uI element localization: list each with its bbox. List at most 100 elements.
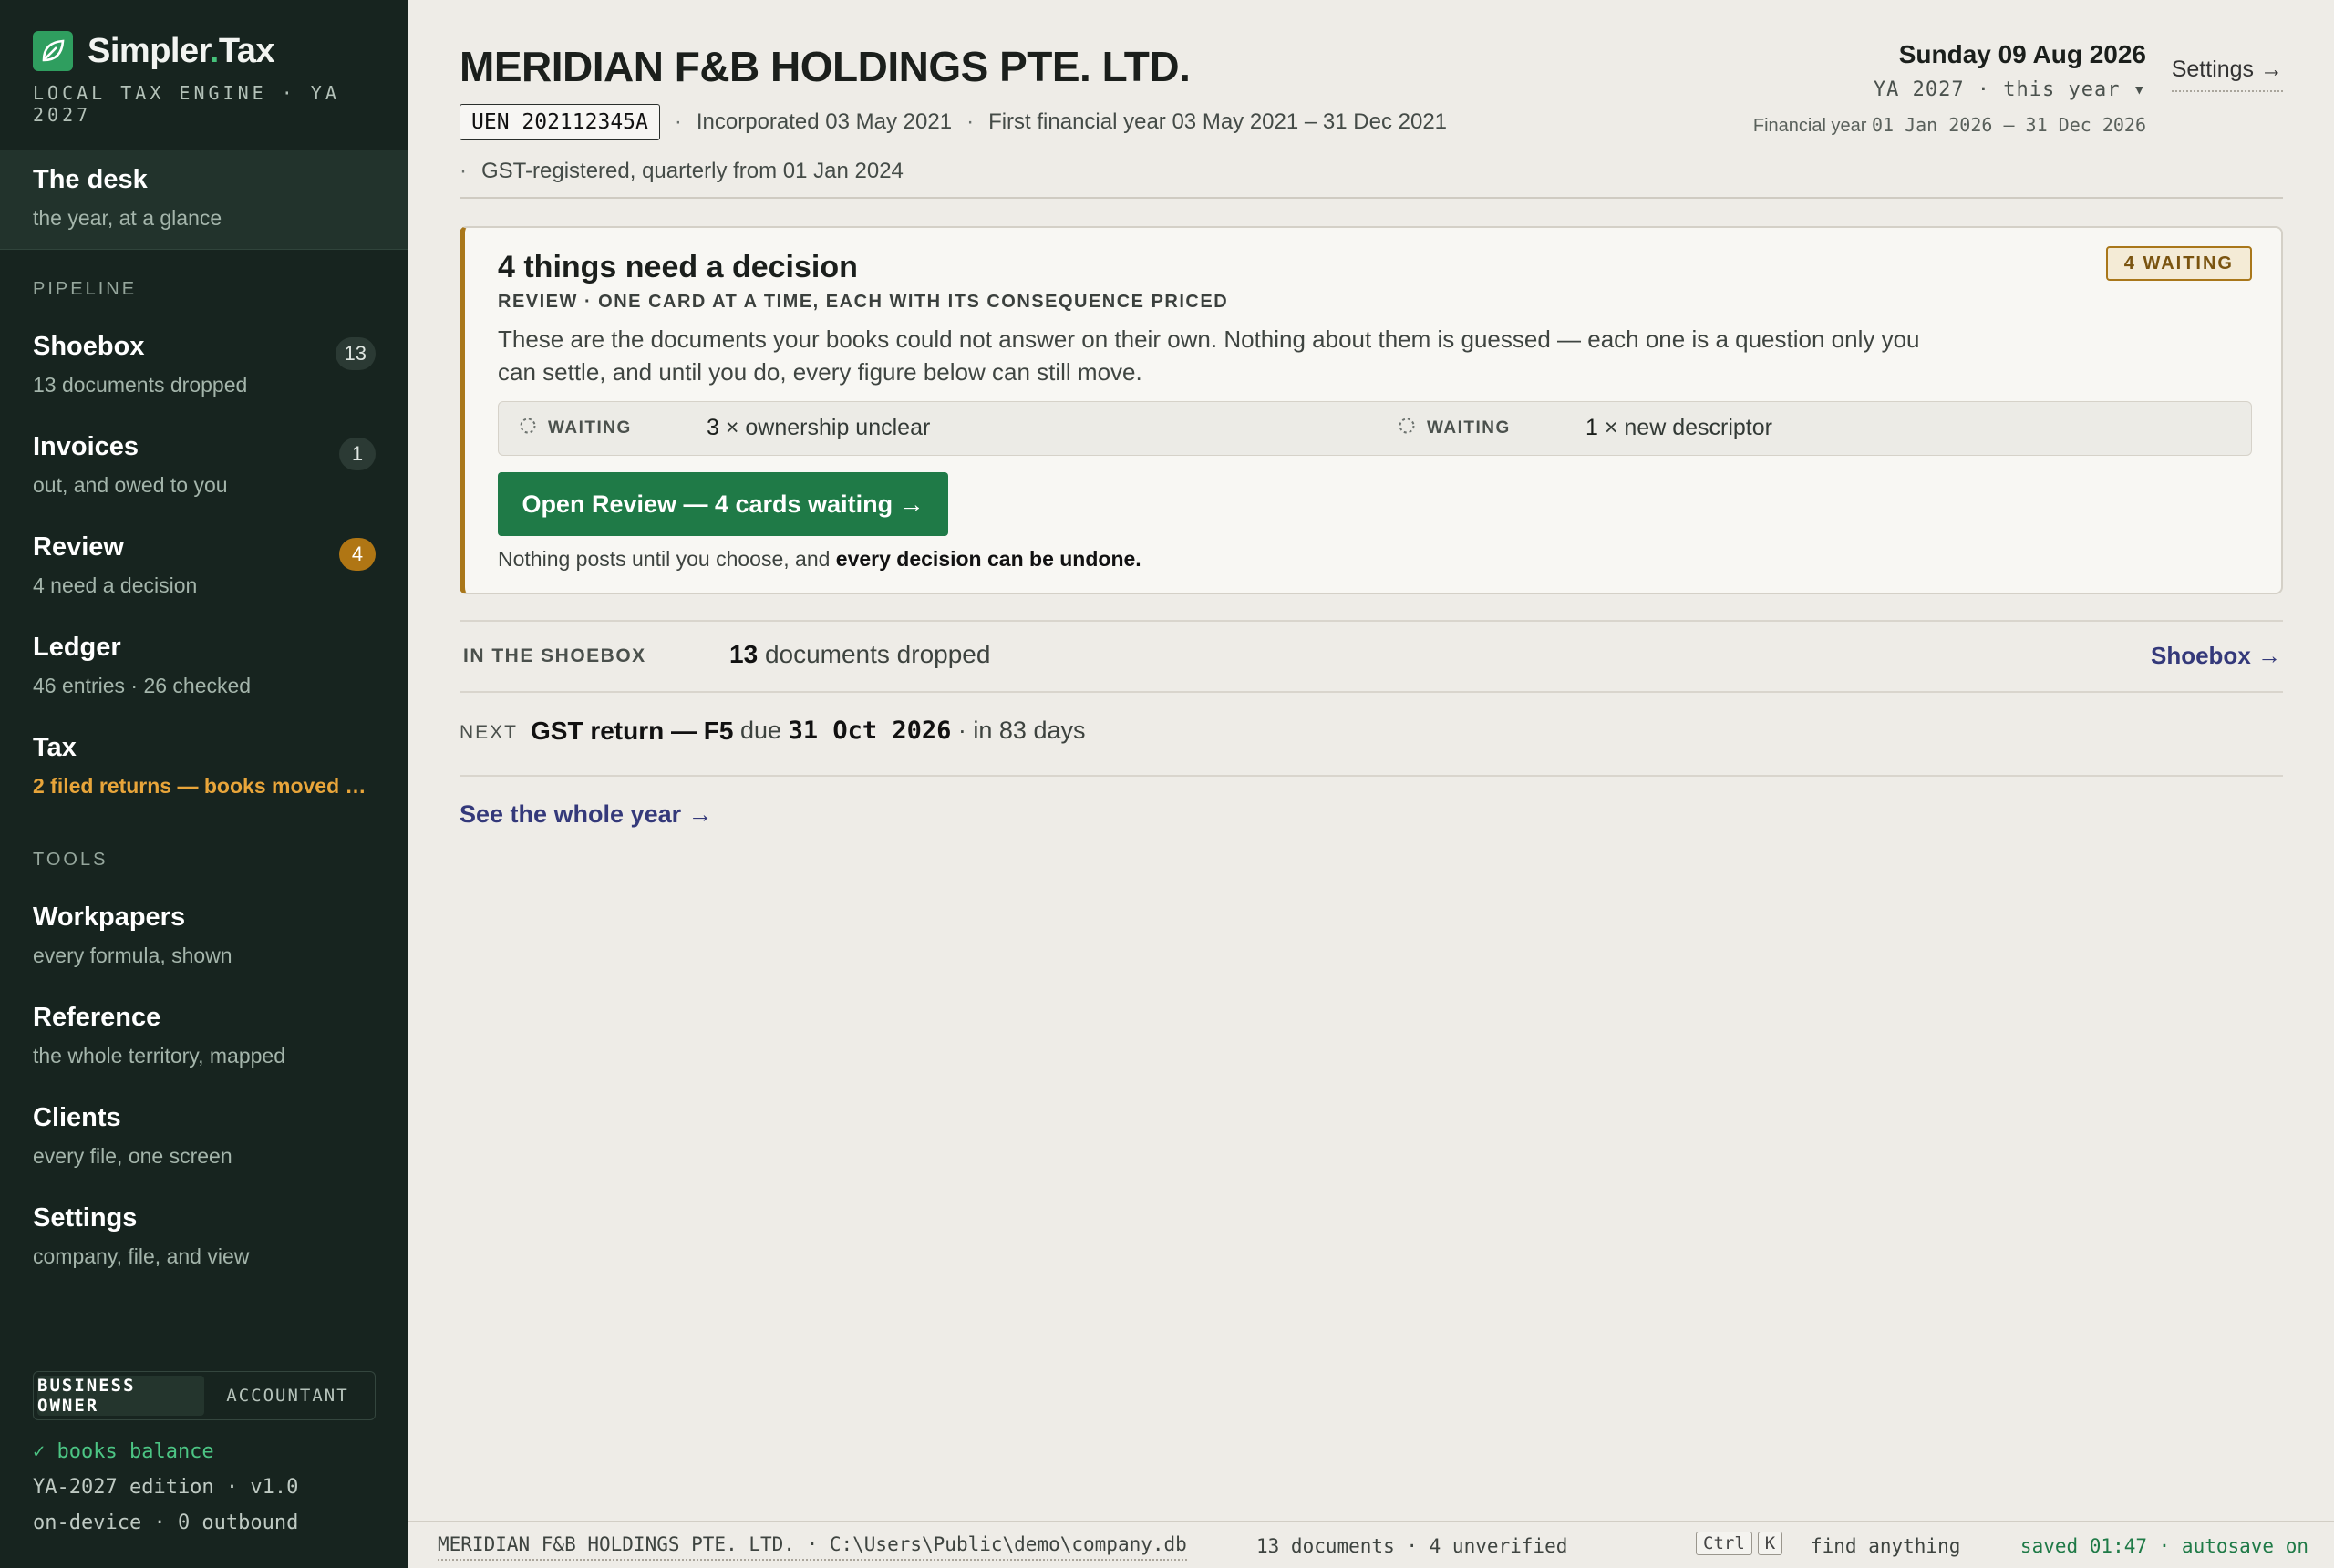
nav-sub: every file, one screen bbox=[33, 1144, 232, 1168]
nav-item-tax[interactable]: Tax 2 filed returns — books moved since bbox=[0, 733, 408, 799]
brand-name: Simpler.Tax bbox=[88, 31, 275, 70]
shoebox-label: IN THE SHOEBOX bbox=[463, 645, 646, 666]
nav-sub: every formula, shown bbox=[33, 944, 232, 967]
incorporated-date: Incorporated 03 May 2021 bbox=[696, 109, 953, 134]
k-key: K bbox=[1757, 1532, 1783, 1555]
nav-sub-warning: 2 filed returns — books moved since bbox=[33, 774, 376, 798]
nav-item-review[interactable]: Review 4 need a decision 4 bbox=[0, 532, 408, 598]
company-meta: UEN 202112345A · Incorporated 03 May 202… bbox=[460, 104, 1447, 140]
nav-sub: the year, at a glance bbox=[33, 206, 222, 230]
pending-spinner-icon bbox=[519, 417, 537, 440]
divider bbox=[460, 691, 2283, 693]
count-badge: 13 bbox=[335, 337, 376, 370]
year-of-assessment-select[interactable]: YA 2027 · this year ▾ bbox=[1753, 78, 2146, 101]
see-whole-year-link[interactable]: See the whole year → bbox=[460, 800, 713, 829]
note-emphasis: every decision can be undone. bbox=[835, 547, 1141, 571]
card-body: These are the documents your books could… bbox=[498, 325, 1920, 386]
nav-title: Tax bbox=[33, 733, 77, 762]
shortcut-keys[interactable]: Ctrl K bbox=[1696, 1532, 1783, 1555]
brand-subtitle: LOCAL TAX ENGINE · YA 2027 bbox=[33, 82, 340, 126]
waiting-item: WAITING bbox=[519, 402, 632, 455]
nav-item-clients[interactable]: Clients every file, one screen bbox=[0, 1103, 408, 1169]
sidebar: Simpler.Tax LOCAL TAX ENGINE · YA 2027 T… bbox=[0, 0, 408, 1568]
nav-sub: the whole territory, mapped bbox=[33, 1044, 285, 1068]
today-date: Sunday 09 Aug 2026 bbox=[1898, 40, 2146, 68]
document-count: 13 documents · 4 unverified bbox=[1256, 1535, 1568, 1557]
role-accountant[interactable]: ACCOUNTANT bbox=[204, 1376, 371, 1416]
separator: · bbox=[674, 109, 682, 134]
due-date: 31 Oct 2026 bbox=[788, 717, 952, 745]
count-badge: 4 bbox=[339, 538, 376, 571]
nav-title: Shoebox bbox=[33, 332, 145, 361]
main-content: MERIDIAN F&B HOLDINGS PTE. LTD. UEN 2021… bbox=[408, 0, 2334, 1568]
privacy-label: on-device · 0 outbound bbox=[33, 1511, 299, 1534]
nav-item-ledger[interactable]: Ledger 46 entries · 26 checked bbox=[0, 633, 408, 698]
nav-item-reference[interactable]: Reference the whole territory, mapped bbox=[0, 1003, 408, 1068]
waiting-strip: WAITING 3 × ownership unclear WAITING 1 … bbox=[498, 401, 2252, 456]
role-business-owner[interactable]: BUSINESS OWNER bbox=[37, 1376, 204, 1416]
divider bbox=[460, 620, 2283, 622]
waiting-text: × new descriptor bbox=[1604, 415, 1772, 440]
nav-title: The desk bbox=[33, 165, 148, 194]
nav-title: Ledger bbox=[33, 633, 121, 662]
divider bbox=[460, 775, 2283, 777]
first-financial-year: First financial year 03 May 2021 – 31 De… bbox=[988, 109, 1448, 134]
card-title: 4 things need a decision bbox=[498, 250, 858, 284]
due-countdown: · in 83 days bbox=[957, 717, 1086, 744]
settings-link[interactable]: Settings → bbox=[2171, 57, 2283, 92]
separator: · bbox=[460, 159, 467, 183]
fy-label: Financial year bbox=[1752, 116, 1867, 136]
brand[interactable]: Simpler.Tax LOCAL TAX ENGINE · YA 2027 bbox=[33, 31, 408, 126]
waiting-count: 1 bbox=[1585, 415, 1598, 440]
file-path[interactable]: MERIDIAN F&B HOLDINGS PTE. LTD. · C:\Use… bbox=[438, 1533, 1187, 1561]
waiting-description: 3 × ownership unclear bbox=[707, 415, 930, 441]
gst-status: GST-registered, quarterly from 01 Jan 20… bbox=[481, 159, 904, 183]
card-kicker: REVIEW · ONE CARD AT A TIME, EACH WITH I… bbox=[498, 292, 1229, 312]
section-tools-label: TOOLS bbox=[33, 850, 108, 870]
nav-item-shoebox[interactable]: Shoebox 13 documents dropped 13 bbox=[0, 332, 408, 397]
date-box: Sunday 09 Aug 2026 YA 2027 · this year ▾… bbox=[1753, 40, 2146, 137]
find-anything-hint[interactable]: find anything bbox=[1811, 1535, 1960, 1557]
shoebox-number: 13 bbox=[729, 640, 759, 668]
nav-title: Settings bbox=[33, 1203, 138, 1233]
card-note: Nothing posts until you choose, and ever… bbox=[498, 547, 1141, 572]
header-divider bbox=[460, 197, 2283, 199]
nav-sub: company, file, and view bbox=[33, 1244, 250, 1268]
waiting-text: × ownership unclear bbox=[725, 415, 931, 440]
next-deadline-title: GST return — F5 bbox=[531, 717, 734, 745]
shoebox-text: documents dropped bbox=[764, 640, 991, 668]
edition-label: YA-2027 edition · v1.0 bbox=[33, 1476, 299, 1499]
nav-title: Review bbox=[33, 532, 124, 562]
leaf-logo-icon bbox=[33, 31, 73, 71]
nav-item-settings[interactable]: Settings company, file, and view bbox=[0, 1203, 408, 1269]
count-badge: 1 bbox=[339, 438, 376, 470]
nav-sub: out, and owed to you bbox=[33, 473, 228, 497]
nav-title: Reference bbox=[33, 1003, 161, 1032]
nav-sub: 4 need a decision bbox=[33, 573, 198, 597]
next-deadline-due: due 31 Oct 2026 · in 83 days bbox=[740, 717, 1085, 745]
nav-title: Workpapers bbox=[33, 903, 186, 932]
nav-item-invoices[interactable]: Invoices out, and owed to you 1 bbox=[0, 432, 408, 498]
next-label: NEXT bbox=[460, 722, 519, 743]
due-label: due bbox=[740, 717, 782, 744]
fy-range: 01 Jan 2026 – 31 Dec 2026 bbox=[1871, 114, 2146, 136]
books-balance-status: ✓ books balance bbox=[33, 1440, 214, 1463]
uen-badge: UEN 202112345A bbox=[460, 104, 660, 140]
shoebox-count: 13 documents dropped bbox=[729, 640, 990, 669]
note-text: Nothing posts until you choose, and bbox=[498, 547, 836, 571]
nav-sub: 46 entries · 26 checked bbox=[33, 674, 252, 697]
nav-item-workpapers[interactable]: Workpapers every formula, shown bbox=[0, 903, 408, 968]
nav-item-desk[interactable]: The desk the year, at a glance bbox=[0, 150, 408, 250]
waiting-status: WAITING bbox=[548, 418, 632, 438]
separator: · bbox=[966, 109, 975, 134]
role-toggle: BUSINESS OWNER ACCOUNTANT bbox=[33, 1371, 376, 1420]
waiting-item: WAITING bbox=[1398, 402, 1511, 455]
autosave-status: saved 01:47 · autosave on bbox=[2019, 1535, 2308, 1557]
shoebox-link[interactable]: Shoebox → bbox=[2151, 642, 2281, 670]
nav-sub: 13 documents dropped bbox=[33, 373, 248, 397]
open-review-button[interactable]: Open Review — 4 cards waiting → bbox=[498, 472, 948, 536]
waiting-status: WAITING bbox=[1427, 418, 1511, 438]
section-pipeline-label: PIPELINE bbox=[33, 279, 138, 299]
decision-card: 4 things need a decision REVIEW · ONE CA… bbox=[460, 226, 2283, 594]
waiting-description: 1 × new descriptor bbox=[1585, 415, 1772, 441]
